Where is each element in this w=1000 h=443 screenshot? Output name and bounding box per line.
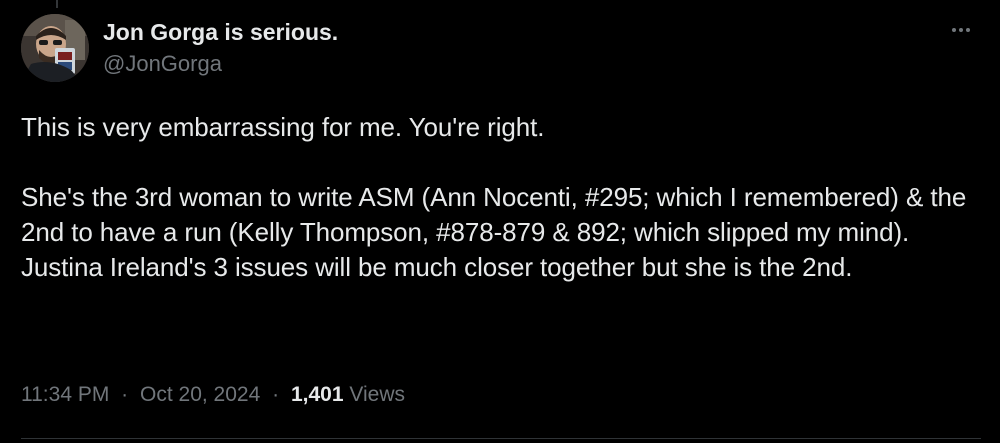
views-label: Views	[349, 383, 405, 406]
more-icon-dot	[959, 28, 963, 32]
avatar[interactable]	[21, 14, 89, 82]
author-display-name[interactable]: Jon Gorga is serious.	[103, 17, 338, 47]
tweet-paragraph: She's the 3rd woman to write ASM (Ann No…	[21, 182, 974, 282]
views-link[interactable]: 1,401 Views	[291, 383, 405, 406]
divider	[21, 438, 981, 439]
tweet-text: This is very embarrassing for me. You're…	[21, 110, 981, 285]
tweet-date: Oct 20, 2024	[140, 383, 261, 406]
meta-separator: ·	[121, 383, 129, 406]
tweet-metadata: 11:34 PM · Oct 20, 2024 · 1,401 Views	[21, 380, 405, 410]
author-handle[interactable]: @JonGorga	[103, 49, 338, 79]
tweet-paragraph: This is very embarrassing for me. You're…	[21, 112, 545, 142]
tweet-time: 11:34 PM	[21, 383, 110, 406]
more-icon-dot	[952, 28, 956, 32]
thread-connector-line	[56, 0, 58, 8]
more-options-button[interactable]	[941, 16, 981, 44]
author-info: Jon Gorga is serious. @JonGorga	[103, 17, 338, 79]
meta-separator: ·	[272, 383, 280, 406]
tweet-timestamp-link[interactable]: 11:34 PM · Oct 20, 2024	[21, 383, 266, 406]
views-count: 1,401	[290, 383, 344, 406]
avatar-image	[21, 14, 89, 82]
more-horizontal-icon	[951, 28, 972, 32]
more-icon-dot	[966, 28, 970, 32]
tweet-header: Jon Gorga is serious. @JonGorga	[21, 14, 981, 84]
